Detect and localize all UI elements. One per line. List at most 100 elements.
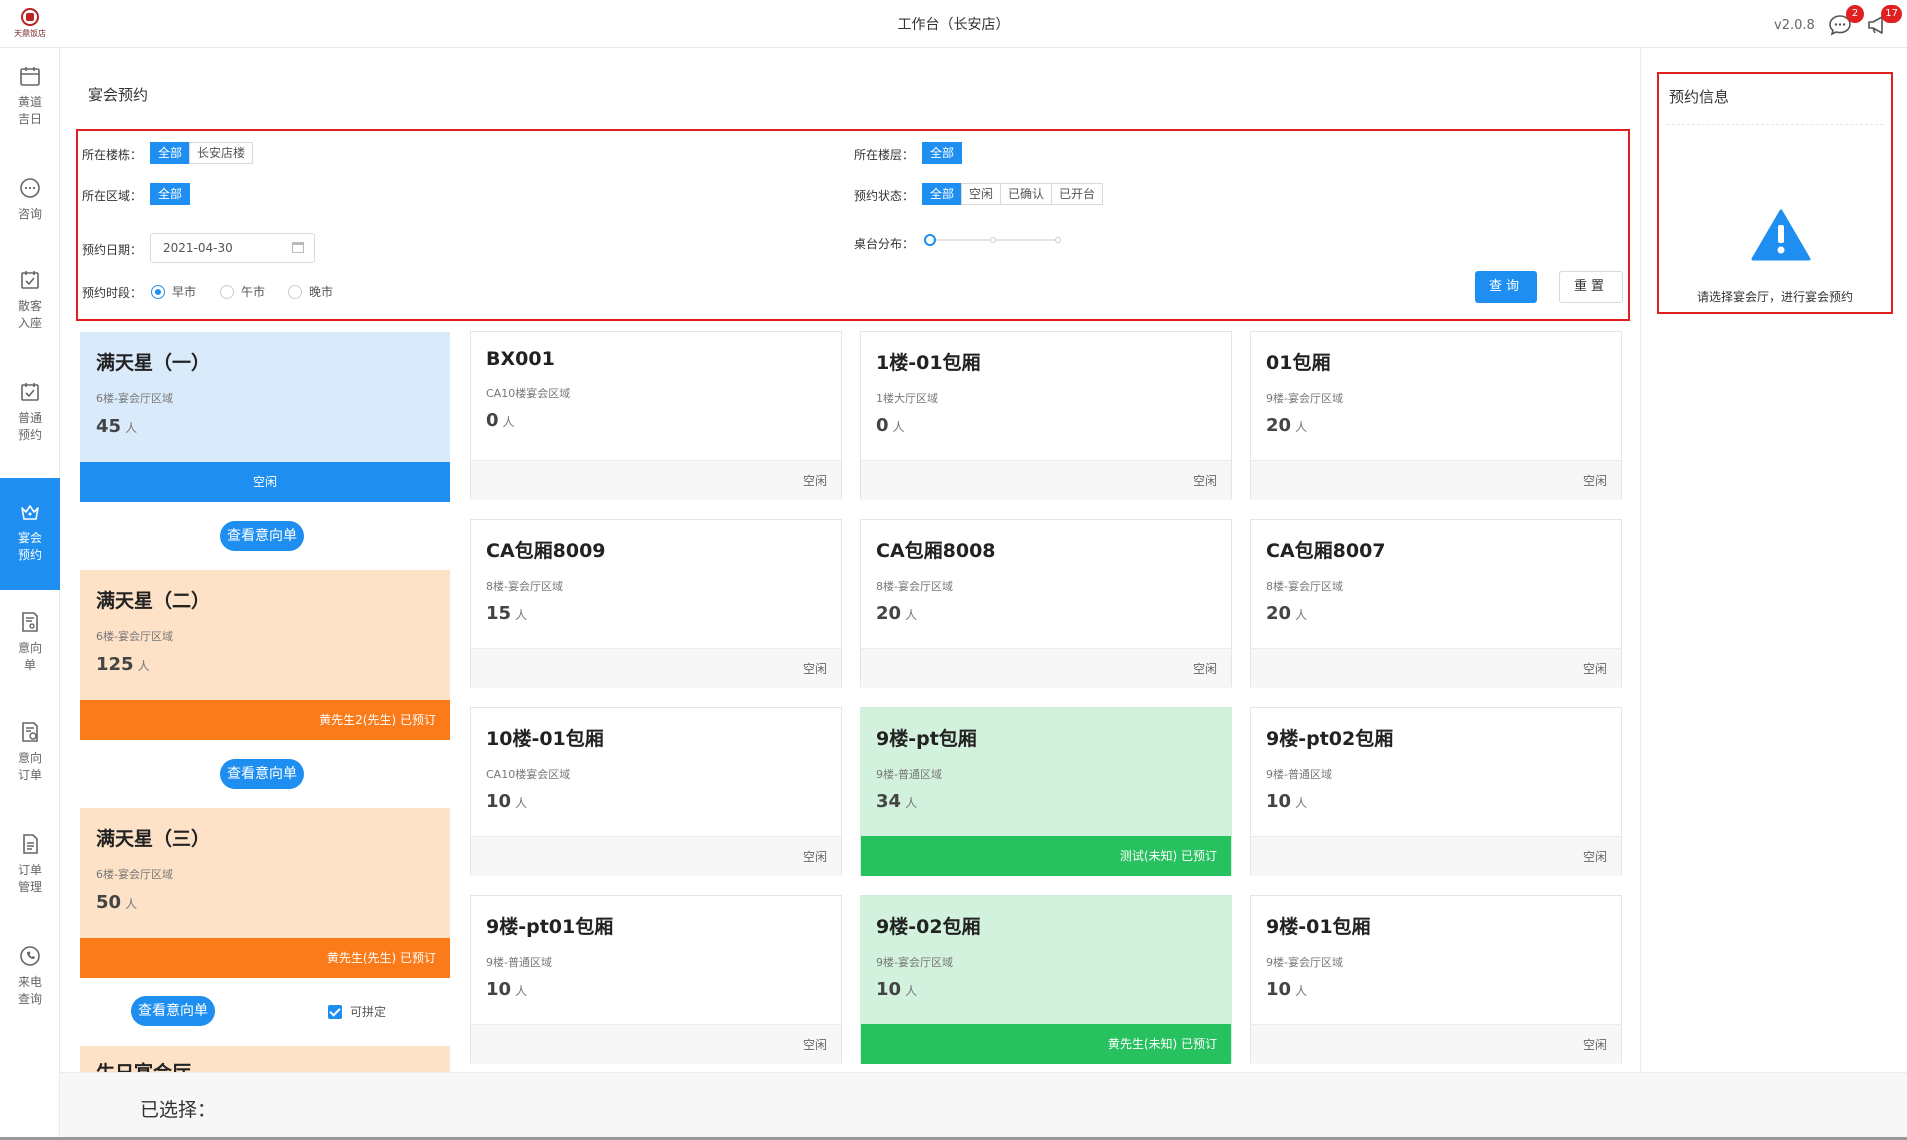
sidebar-item-call-lookup[interactable]: 来电查询 [0, 944, 60, 1036]
zone-filter-label: 所在区域： [82, 189, 143, 203]
period-radio-noon[interactable]: 午市 [220, 283, 265, 300]
capacity-unit: 人 [515, 608, 528, 622]
floor-filter-label: 所在楼层： [854, 148, 915, 162]
notifications-button[interactable]: 17 [1866, 5, 1902, 36]
capacity-unit: 人 [905, 984, 918, 998]
status-option-free[interactable]: 空闲 [961, 183, 1002, 205]
combinable-checkbox[interactable]: 可拼定 [328, 1003, 386, 1020]
room-status-bar: 空闲 [471, 460, 841, 500]
room-area: 8楼-宴会厅区域 [486, 580, 563, 593]
sidebar-item-intent-order[interactable]: 意向订单 [0, 720, 60, 812]
capacity-value: 15 [486, 603, 512, 624]
building-filter: 全部 长安店楼 [150, 142, 254, 164]
sidebar-item-intent-form[interactable]: 意向单 [0, 610, 60, 702]
room-card[interactable]: 9楼-pt01包厢 9楼-普通区域 10 人空闲 [470, 895, 842, 1064]
sidebar-item-consult[interactable]: 咨询 [0, 176, 60, 246]
hall-card-body: 满天星（三） 6楼-宴会厅区域 50 人 [80, 808, 450, 938]
room-card[interactable]: BX001 CA10楼宴会区域 0 人空闲 [470, 331, 842, 500]
slider-stop[interactable] [990, 237, 996, 243]
sidebar-item-normal-booking[interactable]: 普通预约 [0, 380, 60, 472]
radio-dot [151, 284, 165, 299]
room-capacity: 10 人 [486, 979, 826, 1000]
room-area: CA10楼宴会区域 [486, 768, 571, 781]
room-capacity: 10 人 [1266, 791, 1606, 812]
slider-handle[interactable] [924, 234, 936, 246]
hall-card-1[interactable]: 满天星（一） 6楼-宴会厅区域 45 人 空闲 [80, 332, 450, 502]
sidebar-item-banquet-booking[interactable]: 宴会预约 [0, 478, 60, 590]
room-area: 9楼-普通区域 [1266, 768, 1332, 781]
status-option-opened[interactable]: 已开台 [1051, 183, 1104, 205]
period-radio-evening[interactable]: 晚市 [288, 283, 333, 300]
room-name: 9楼-01包厢 [1266, 916, 1371, 938]
hall-card-body: 满天星（二） 6楼-宴会厅区域 125 人 [80, 570, 450, 700]
query-button[interactable]: 查询 [1475, 271, 1537, 303]
sidebar-item-walkin[interactable]: 散客入座 [0, 268, 60, 360]
page-title: 宴会预约 [88, 86, 149, 104]
zone-option-all[interactable]: 全部 [150, 183, 191, 205]
chat-icon [20, 178, 40, 198]
sidebar-item-auspicious-days[interactable]: 黄道吉日 [0, 64, 60, 156]
capacity-unit: 人 [1295, 984, 1308, 998]
hall-card-body: 生日宴会厅 [80, 1046, 450, 1072]
messages-button[interactable]: 2 [1828, 5, 1864, 36]
slider-stop[interactable] [1055, 237, 1061, 243]
room-card-body: CA包厢8009 8楼-宴会厅区域 15 人 [471, 520, 841, 648]
capacity-value: 10 [876, 979, 902, 1000]
building-option-all[interactable]: 全部 [150, 142, 191, 164]
room-area: 9楼-宴会厅区域 [1266, 392, 1343, 405]
sidebar-item-order-management[interactable]: 订单管理 [0, 832, 60, 924]
crown-icon [21, 505, 39, 520]
room-card[interactable]: CA包厢8008 8楼-宴会厅区域 20 人空闲 [860, 519, 1232, 688]
status-filter: 全部 空闲 已确认 已开台 [922, 183, 1104, 205]
capacity-unit: 人 [137, 659, 150, 673]
room-name: 10楼-01包厢 [486, 728, 604, 750]
room-card-body: CA包厢8008 8楼-宴会厅区域 20 人 [861, 520, 1231, 648]
room-status-bar: 空闲 [1251, 1024, 1621, 1064]
room-card[interactable]: 01包厢 9楼-宴会厅区域 20 人空闲 [1250, 331, 1622, 500]
view-intent-button[interactable]: 查看意向单 [220, 521, 304, 551]
capacity-value: 125 [96, 654, 134, 675]
room-area: 9楼-普通区域 [486, 956, 552, 969]
capacity-value: 10 [1266, 979, 1292, 1000]
hall-card-2[interactable]: 满天星（二） 6楼-宴会厅区域 125 人 黄先生2(先生) 已预订 [80, 570, 450, 740]
room-card[interactable]: 1楼-01包厢 1楼大厅区域 0 人空闲 [860, 331, 1232, 500]
room-card-body: CA包厢8007 8楼-宴会厅区域 20 人 [1251, 520, 1621, 648]
room-name: 9楼-pt包厢 [876, 728, 977, 750]
reset-button[interactable]: 重置 [1559, 271, 1623, 303]
room-area: 1楼大厅区域 [876, 392, 938, 405]
view-intent-button[interactable]: 查看意向单 [220, 759, 304, 789]
status-option-confirmed[interactable]: 已确认 [1000, 183, 1053, 205]
room-name: CA包厢8008 [876, 540, 996, 562]
room-status-bar: 黄先生(未知) 已预订 [861, 1024, 1231, 1064]
date-value: 2021-04-30 [163, 241, 233, 255]
hall-area: 6楼-宴会厅区域 [96, 868, 173, 881]
status-filter-label: 预约状态： [854, 189, 915, 203]
room-name: 9楼-pt02包厢 [1266, 728, 1394, 750]
capacity-value: 10 [486, 979, 512, 1000]
room-card[interactable]: 10楼-01包厢 CA10楼宴会区域 10 人空闲 [470, 707, 842, 876]
sidebar-item-label: 宴会预约 [17, 531, 42, 562]
building-option-changan[interactable]: 长安店楼 [189, 142, 254, 164]
hall-name: 满天星（三） [96, 828, 211, 850]
room-card[interactable]: 9楼-02包厢 9楼-宴会厅区域 10 人黄先生(未知) 已预订 [860, 895, 1232, 1064]
building-filter-label: 所在楼栋： [82, 148, 143, 162]
combinable-label: 可拼定 [350, 1005, 387, 1019]
room-card[interactable]: CA包厢8009 8楼-宴会厅区域 15 人空闲 [470, 519, 842, 688]
date-picker[interactable]: 2021-04-30 [150, 233, 315, 263]
room-name: 9楼-pt01包厢 [486, 916, 614, 938]
table-distribution-slider[interactable] [924, 234, 1064, 246]
room-status-bar: 空闲 [471, 1024, 841, 1064]
room-card[interactable]: 9楼-pt02包厢 9楼-普通区域 10 人空闲 [1250, 707, 1622, 876]
view-intent-button[interactable]: 查看意向单 [131, 996, 215, 1026]
selection-footer: 已选择： [60, 1072, 1907, 1140]
floor-option-all[interactable]: 全部 [922, 142, 963, 164]
room-card[interactable]: CA包厢8007 8楼-宴会厅区域 20 人空闲 [1250, 519, 1622, 688]
period-radio-morning[interactable]: 早市 [151, 283, 196, 300]
room-card[interactable]: 9楼-01包厢 9楼-宴会厅区域 10 人空闲 [1250, 895, 1622, 1064]
status-option-all[interactable]: 全部 [922, 183, 963, 205]
capacity-value: 45 [96, 416, 122, 437]
room-card[interactable]: 9楼-pt包厢 9楼-普通区域 34 人测试(未知) 已预订 [860, 707, 1232, 876]
hall-card-4[interactable]: 生日宴会厅 [80, 1046, 450, 1072]
hall-card-3[interactable]: 满天星（三） 6楼-宴会厅区域 50 人 黄先生(先生) 已预订 [80, 808, 450, 978]
room-card-body: 9楼-pt01包厢 9楼-普通区域 10 人 [471, 896, 841, 1024]
